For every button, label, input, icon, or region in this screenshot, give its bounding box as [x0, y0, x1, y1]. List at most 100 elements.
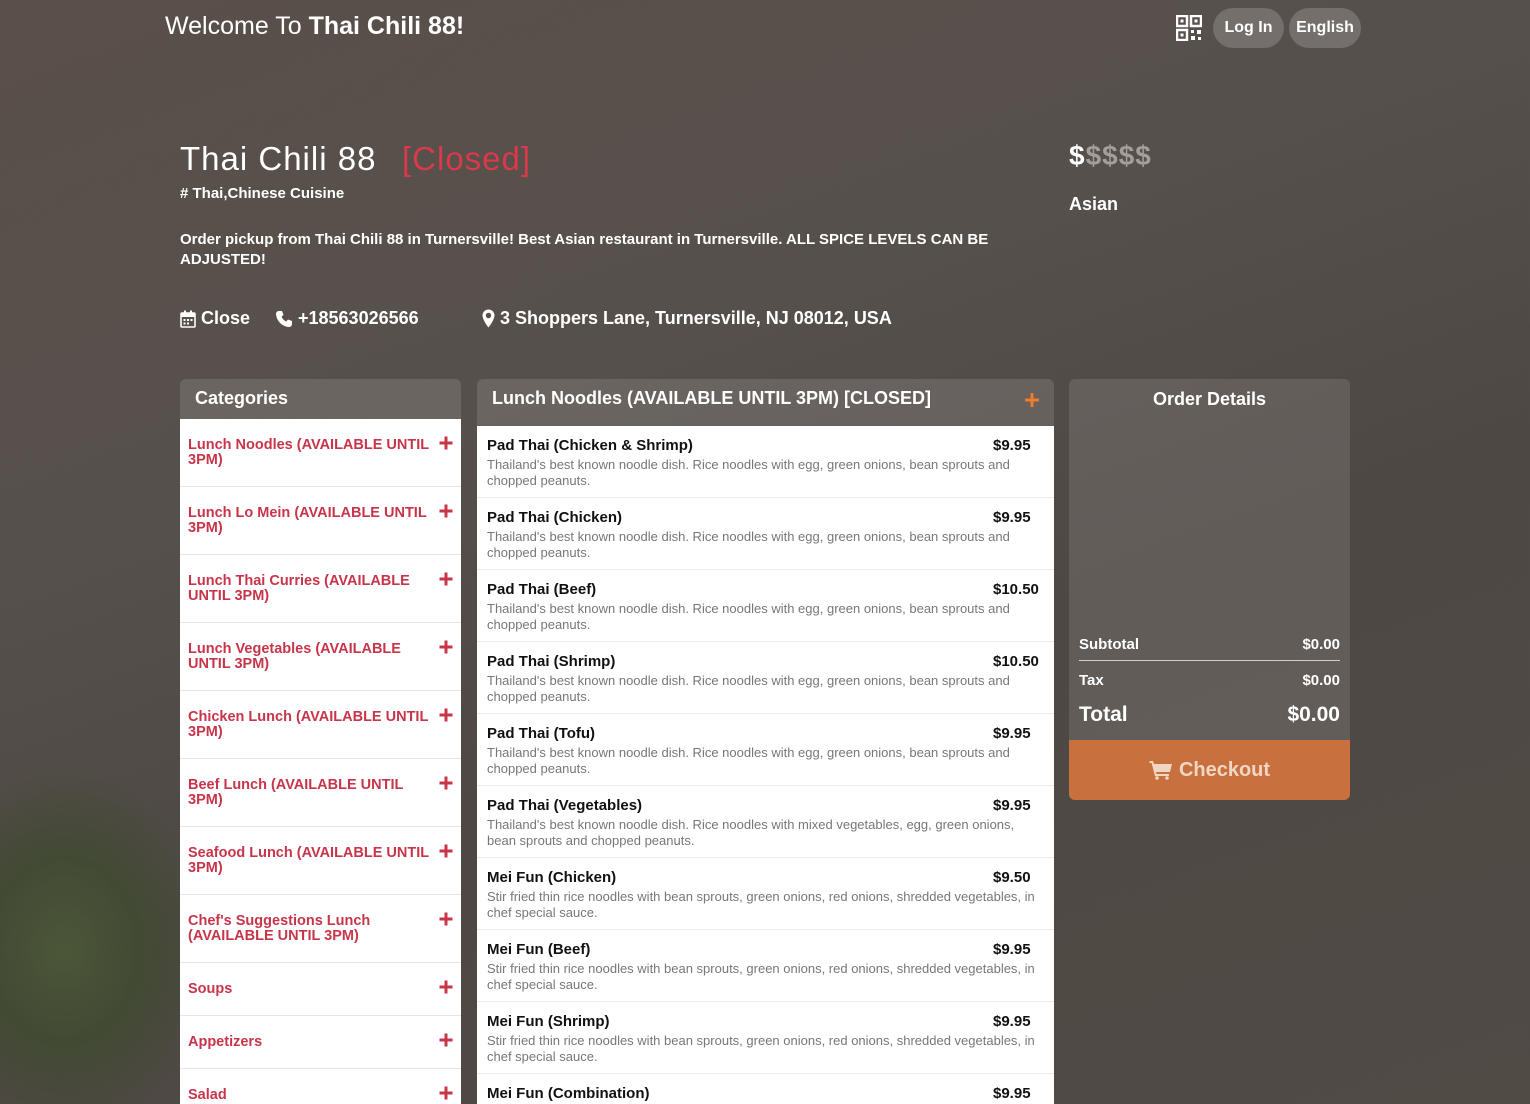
- price-level-inactive: $$$$: [1085, 140, 1152, 171]
- plus-icon[interactable]: [439, 572, 453, 586]
- language-selector[interactable]: English: [1289, 8, 1361, 48]
- address-info[interactable]: 3 Shoppers Lane, Turnersville, NJ 08012,…: [482, 308, 892, 329]
- category-item[interactable]: Lunch Thai Curries (AVAILABLE UNTIL 3PM): [180, 555, 461, 623]
- menu-item-price: $9.95: [993, 437, 1031, 454]
- menu-item-description: Stir fried thin rice noodles with bean s…: [487, 961, 1035, 992]
- plus-icon[interactable]: [439, 980, 453, 994]
- category-label: Lunch Lo Mein (AVAILABLE UNTIL 3PM): [188, 505, 427, 536]
- menu-item-price: $10.50: [993, 653, 1039, 670]
- menu-item-name: Mei Fun (Shrimp): [487, 1013, 610, 1030]
- welcome-restaurant-name: Thai Chili 88!: [308, 12, 465, 40]
- restaurant-type: Asian: [1069, 194, 1119, 214]
- category-item[interactable]: Beef Lunch (AVAILABLE UNTIL 3PM): [180, 759, 461, 827]
- menu-item-name: Pad Thai (Chicken): [487, 509, 623, 526]
- total-label: Total: [1079, 703, 1128, 726]
- category-item[interactable]: Lunch Noodles (AVAILABLE UNTIL 3PM): [180, 419, 461, 487]
- top-bar: Welcome To Thai Chili 88! Log In English: [0, 0, 1530, 56]
- menu-item[interactable]: Pad Thai (Shrimp) $10.50 Thailand's best k…: [477, 642, 1054, 714]
- plus-icon[interactable]: [439, 504, 453, 518]
- menu-item-name: Pad Thai (Shrimp): [487, 653, 616, 670]
- plus-icon[interactable]: [439, 844, 453, 858]
- menu-item-price: $9.95: [993, 797, 1031, 814]
- category-label: Soups: [188, 981, 233, 997]
- categories-list: Lunch Noodles (AVAILABLE UNTIL 3PM) Lunch…: [180, 419, 461, 1104]
- menu-item-name: Mei Fun (Combination): [487, 1085, 650, 1102]
- phone-info[interactable]: +18563026566: [275, 308, 419, 329]
- menu-item-name: Pad Thai (Beef): [487, 581, 597, 598]
- menu-items-list: Pad Thai (Chicken & Shrimp) $9.95 Thailand…: [477, 426, 1054, 1104]
- menu-item-description: Thailand's best known noodle dish. Rice …: [487, 817, 1015, 848]
- menu-item-price: $9.95: [993, 725, 1031, 742]
- menu-item[interactable]: Pad Thai (Tofu) $9.95 Thailand's best know…: [477, 714, 1054, 786]
- category-label: Chef's Suggestions Lunch (AVAILABLE UNTI…: [188, 913, 371, 944]
- menu-item[interactable]: Pad Thai (Chicken) $9.95 Thailand's best k…: [477, 498, 1054, 570]
- order-details-panel: Order Details Subtotal $0.00 Tax $0.00 T…: [1069, 379, 1350, 800]
- phone-icon: [276, 310, 292, 327]
- hours-info: Close: [180, 308, 250, 329]
- category-label: Seafood Lunch (AVAILABLE UNTIL 3PM): [188, 845, 429, 876]
- menu-item[interactable]: Mei Fun (Combination) $9.95: [477, 1074, 1054, 1104]
- category-label: Beef Lunch (AVAILABLE UNTIL 3PM): [188, 777, 404, 808]
- categories-panel: Categories Lunch Noodles (AVAILABLE UNTI…: [180, 379, 461, 1104]
- subtotal-label: Subtotal: [1079, 636, 1139, 653]
- category-item[interactable]: Lunch Lo Mein (AVAILABLE UNTIL 3PM): [180, 487, 461, 555]
- status-badge: [Closed]: [402, 140, 532, 177]
- menu-item[interactable]: Pad Thai (Chicken & Shrimp) $9.95 Thailand…: [477, 426, 1054, 498]
- menu-item-price: $9.95: [993, 509, 1031, 526]
- phone-number[interactable]: +18563026566: [298, 308, 419, 329]
- menu-item[interactable]: Mei Fun (Chicken) $9.50 Stir fried thin ri…: [477, 858, 1054, 930]
- category-item[interactable]: Chicken Lunch (AVAILABLE UNTIL 3PM): [180, 691, 461, 759]
- checkout-button[interactable]: Checkout: [1069, 740, 1350, 800]
- menu-section-header[interactable]: Lunch Noodles (AVAILABLE UNTIL 3PM) [CLO…: [477, 379, 1054, 426]
- welcome-prefix: Welcome To: [165, 12, 302, 40]
- menu-item-description: Thailand's best known noodle dish. Rice …: [487, 529, 1010, 560]
- menu-item-description: Thailand's best known noodle dish. Rice …: [487, 601, 1010, 632]
- menu-item-name: Pad Thai (Tofu): [487, 725, 596, 742]
- total-value: $0.00: [1287, 703, 1340, 726]
- category-label: Salad: [188, 1087, 227, 1103]
- menu-item[interactable]: Mei Fun (Shrimp) $9.95 Stir fried thin ric…: [477, 1002, 1054, 1074]
- category-label: Chicken Lunch (AVAILABLE UNTIL 3PM): [188, 709, 429, 740]
- checkout-label: Checkout: [1178, 758, 1271, 781]
- price-level-active: $: [1069, 140, 1086, 171]
- subtotal-value: $0.00: [1302, 636, 1340, 653]
- plus-icon[interactable]: [439, 1086, 453, 1100]
- menu-item-name: Pad Thai (Vegetables): [487, 797, 643, 814]
- plus-icon[interactable]: [439, 436, 453, 450]
- category-label: Lunch Thai Curries (AVAILABLE UNTIL 3PM): [188, 573, 410, 604]
- menu-item-name: Mei Fun (Beef): [487, 941, 591, 958]
- menu-item-description: Thailand's best known noodle dish. Rice …: [487, 457, 1010, 488]
- category-label: Lunch Noodles (AVAILABLE UNTIL 3PM): [188, 437, 429, 468]
- expand-plus-icon[interactable]: [1024, 392, 1040, 408]
- login-button[interactable]: Log In: [1213, 8, 1284, 48]
- plus-icon[interactable]: [439, 640, 453, 654]
- menu-panel: Lunch Noodles (AVAILABLE UNTIL 3PM) [CLO…: [477, 379, 1054, 1104]
- category-item[interactable]: Chef's Suggestions Lunch (AVAILABLE UNTI…: [180, 895, 461, 963]
- address-text[interactable]: 3 Shoppers Lane, Turnersville, NJ 08012,…: [500, 308, 892, 329]
- restaurant-description: Order pickup from Thai Chili 88 in Turne…: [180, 231, 989, 268]
- categories-title: Categories: [180, 379, 461, 419]
- menu-item[interactable]: Mei Fun (Beef) $9.95 Stir fried thin rice …: [477, 930, 1054, 1002]
- menu-item-name: Pad Thai (Chicken & Shrimp): [487, 437, 693, 454]
- plus-icon[interactable]: [439, 912, 453, 926]
- category-item[interactable]: Soups: [180, 963, 461, 1016]
- category-item[interactable]: Seafood Lunch (AVAILABLE UNTIL 3PM): [180, 827, 461, 895]
- category-item[interactable]: Appetizers: [180, 1016, 461, 1069]
- restaurant-name: Thai Chili 88: [180, 140, 377, 177]
- menu-item-price: $9.95: [993, 941, 1031, 958]
- price-level: $$$$$: [1069, 140, 1152, 172]
- plus-icon[interactable]: [439, 708, 453, 722]
- menu-item-price: $9.95: [993, 1013, 1031, 1030]
- tax-label: Tax: [1079, 672, 1104, 689]
- category-item[interactable]: Lunch Vegetables (AVAILABLE UNTIL 3PM): [180, 623, 461, 691]
- menu-section-title: Lunch Noodles (AVAILABLE UNTIL 3PM) [CLO…: [492, 388, 931, 408]
- menu-item[interactable]: Pad Thai (Beef) $10.50 Thailand's best kno…: [477, 570, 1054, 642]
- plus-icon[interactable]: [439, 776, 453, 790]
- menu-item-price: $9.50: [993, 869, 1031, 886]
- category-label: Appetizers: [188, 1034, 263, 1050]
- category-item[interactable]: Salad: [180, 1069, 461, 1104]
- menu-item[interactable]: Pad Thai (Vegetables) $9.95 Thailand's bes…: [477, 786, 1054, 858]
- plus-icon[interactable]: [439, 1033, 453, 1047]
- map-marker-icon: [482, 309, 495, 328]
- qr-code-icon[interactable]: [1176, 15, 1202, 41]
